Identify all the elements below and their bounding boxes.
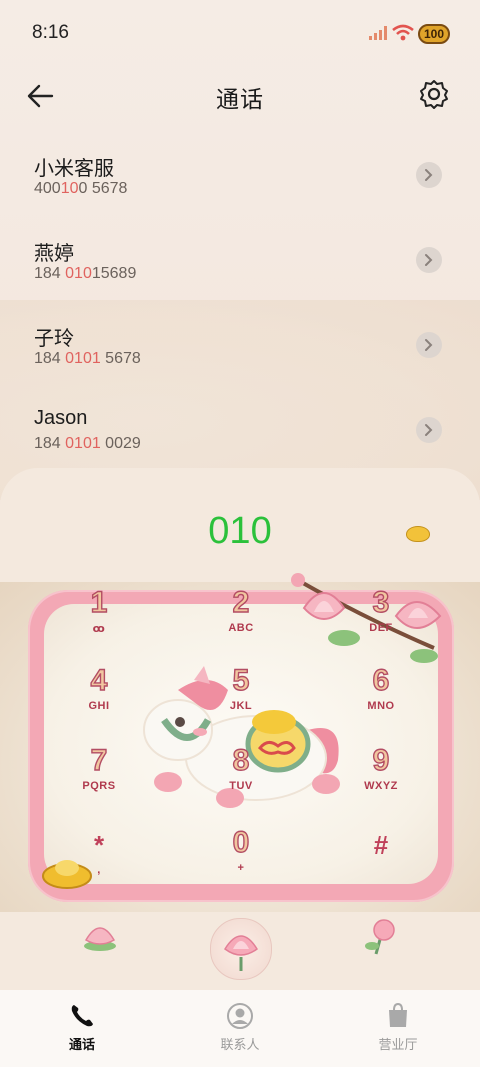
- key-1[interactable]: 1ꝏ: [44, 585, 154, 658]
- chevron-right-icon[interactable]: [416, 417, 442, 443]
- tab-contacts[interactable]: 联系人: [160, 990, 320, 1067]
- tab-service-hall-label: 营业厅: [378, 1037, 418, 1052]
- contact-number: 184 01015689: [34, 265, 137, 282]
- call-button[interactable]: [210, 918, 272, 980]
- key-9[interactable]: 9 WXYZ: [326, 743, 436, 816]
- tab-calls[interactable]: 通话: [2, 990, 162, 1067]
- contact-name: 子玲: [34, 328, 74, 350]
- contact-number: 184 0101 5678: [34, 350, 141, 367]
- tab-service-hall[interactable]: 营业厅: [318, 990, 478, 1067]
- contact-row[interactable]: 燕婷 184 01015689: [0, 225, 480, 310]
- person-icon: [227, 1003, 253, 1029]
- bag-icon: [389, 1002, 407, 1027]
- key-hash[interactable]: #: [326, 828, 436, 900]
- bottom-navigation: 通话 联系人 营业厅: [0, 990, 480, 1067]
- flower-icon: [365, 919, 395, 955]
- key-8[interactable]: 8 TUV: [186, 743, 296, 816]
- app-header: 通话: [0, 66, 480, 124]
- page-title: 通话: [216, 86, 264, 112]
- key-star[interactable]: *,: [44, 828, 154, 900]
- key-0[interactable]: 0 +: [186, 825, 296, 898]
- tab-contacts-label: 联系人: [220, 1037, 260, 1052]
- key-6[interactable]: 6 MNO: [326, 663, 436, 736]
- key-4[interactable]: 4 GHI: [44, 663, 154, 736]
- phone-icon: [71, 1005, 93, 1027]
- contact-row[interactable]: 子玲 184 0101 5678: [0, 310, 480, 395]
- contact-suggestion-list: 小米客服 400100 5678 燕婷 184 01015689 子玲 184 …: [0, 140, 480, 480]
- signal-icon: [369, 26, 387, 40]
- wifi-icon: [392, 24, 414, 41]
- lotus-icon: [224, 935, 258, 971]
- status-time: 8:16: [32, 22, 69, 43]
- gold-ingot-icon: [406, 526, 430, 542]
- key-3[interactable]: 3 DEF: [326, 585, 436, 658]
- contact-row[interactable]: 小米客服 400100 5678: [0, 140, 480, 225]
- contact-name: 小米客服: [34, 158, 114, 180]
- chevron-right-icon[interactable]: [416, 332, 442, 358]
- battery-icon: 100: [418, 24, 450, 44]
- contact-number: 184 0101 0029: [34, 435, 141, 452]
- contact-name: Jason: [34, 407, 88, 429]
- chevron-right-icon[interactable]: [416, 247, 442, 273]
- status-bar: 8:16 100: [0, 0, 480, 64]
- key-5[interactable]: 5 JKL: [186, 663, 296, 736]
- key-2[interactable]: 2 ABC: [186, 585, 296, 658]
- gear-icon[interactable]: [418, 78, 450, 110]
- chevron-right-icon[interactable]: [416, 162, 442, 188]
- lotus-icon: [84, 927, 116, 951]
- tab-calls-label: 通话: [68, 1037, 95, 1052]
- key-7[interactable]: 7 PQRS: [44, 743, 154, 816]
- contact-name: 燕婷: [34, 243, 74, 265]
- contact-number: 400100 5678: [34, 180, 128, 197]
